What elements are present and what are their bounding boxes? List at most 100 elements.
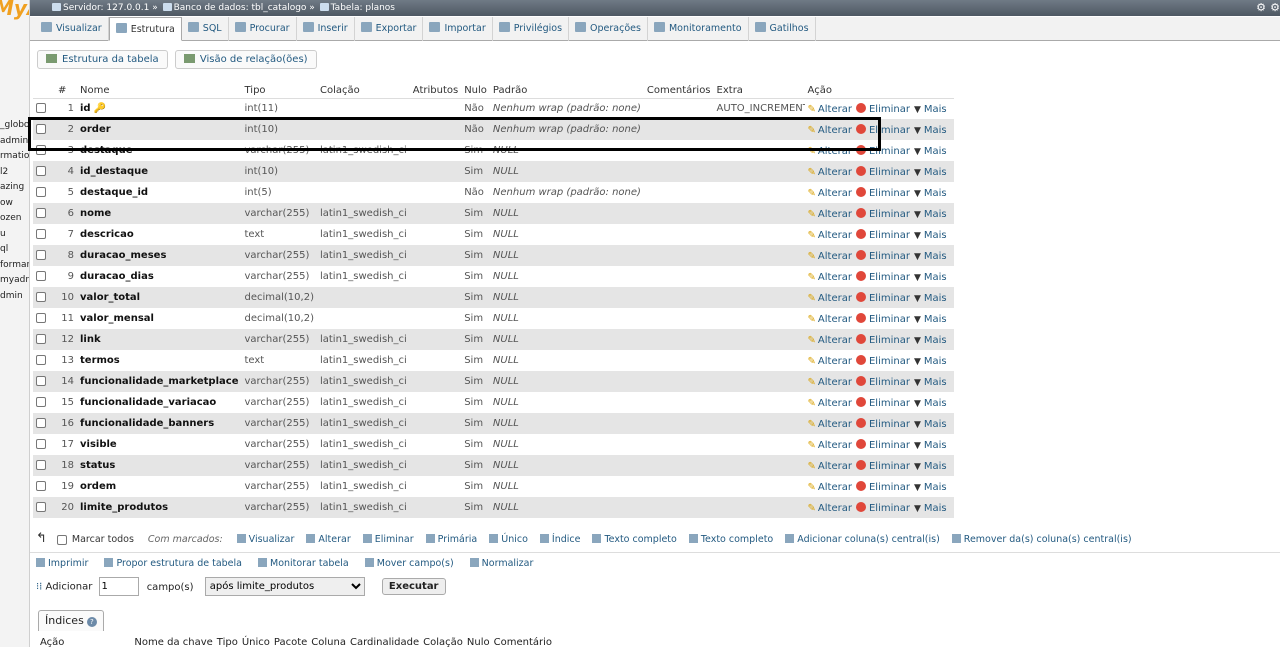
drop-link[interactable]: Eliminar — [855, 165, 910, 178]
subtab-table-structure[interactable]: Estrutura da tabela — [37, 50, 168, 69]
column-header[interactable]: # — [55, 84, 77, 99]
more-dropdown[interactable]: ▼ Mais — [914, 209, 947, 220]
alter-link[interactable]: ✎ Alterar — [808, 209, 852, 220]
more-dropdown[interactable]: ▼ Mais — [914, 104, 947, 115]
drop-link[interactable]: Eliminar — [855, 459, 910, 472]
tab-visualizar[interactable]: Visualizar — [35, 17, 109, 41]
alter-link[interactable]: ✎ Alterar — [808, 503, 852, 514]
bulk-action[interactable]: Alterar — [306, 534, 351, 545]
row-checkbox[interactable] — [36, 355, 46, 365]
position-select[interactable]: após limite_produtos — [204, 577, 365, 596]
more-dropdown[interactable]: ▼ Mais — [914, 398, 947, 409]
drop-link[interactable]: Eliminar — [855, 480, 910, 493]
table-link[interactable]: Propor estrutura de tabela — [104, 558, 242, 569]
more-dropdown[interactable]: ▼ Mais — [914, 377, 947, 388]
column-header[interactable]: Nulo — [461, 84, 490, 99]
more-dropdown[interactable]: ▼ Mais — [914, 335, 947, 346]
drop-link[interactable]: Eliminar — [855, 291, 910, 304]
more-dropdown[interactable]: ▼ Mais — [914, 314, 947, 325]
index-column-header[interactable]: Único — [242, 637, 270, 648]
more-dropdown[interactable]: ▼ Mais — [914, 293, 947, 304]
drop-link[interactable]: Eliminar — [855, 123, 910, 136]
nav-item[interactable]: rmation — [0, 151, 29, 161]
row-checkbox[interactable] — [36, 439, 46, 449]
alter-link[interactable]: ✎ Alterar — [808, 167, 852, 178]
row-checkbox[interactable] — [36, 481, 46, 491]
column-header[interactable]: Nome — [77, 84, 242, 99]
nav-item[interactable]: forman — [0, 260, 29, 270]
index-column-header[interactable]: Nulo — [467, 637, 490, 648]
table-link[interactable]: Monitorar tabela — [258, 558, 349, 569]
nav-item[interactable]: ozen — [0, 213, 21, 223]
table-link[interactable]: Imprimir — [36, 558, 88, 569]
phpmyadmin-logo[interactable]: MyA — [0, 0, 29, 20]
bulk-action[interactable]: Texto completo — [592, 534, 677, 545]
tab-inserir[interactable]: Inserir — [297, 17, 355, 41]
row-checkbox[interactable] — [36, 124, 46, 134]
bulk-action[interactable]: Índice — [539, 534, 580, 545]
tab-privilegios[interactable]: Privilégios — [493, 17, 570, 41]
more-dropdown[interactable]: ▼ Mais — [914, 503, 947, 514]
row-checkbox[interactable] — [36, 292, 46, 302]
tab-sql[interactable]: SQL — [182, 17, 229, 41]
alter-link[interactable]: ✎ Alterar — [808, 125, 852, 136]
drop-link[interactable]: Eliminar — [855, 396, 910, 409]
row-checkbox[interactable] — [36, 166, 46, 176]
drop-link[interactable]: Eliminar — [855, 270, 910, 283]
drop-link[interactable]: Eliminar — [855, 207, 910, 220]
alter-link[interactable]: ✎ Alterar — [808, 356, 852, 367]
more-dropdown[interactable]: ▼ Mais — [914, 167, 947, 178]
gear-icon[interactable]: ⚙ — [1256, 0, 1266, 16]
alter-link[interactable]: ✎ Alterar — [808, 398, 852, 409]
column-header[interactable]: Colação — [316, 84, 410, 99]
more-dropdown[interactable]: ▼ Mais — [914, 188, 947, 199]
column-header[interactable]: Tipo — [241, 84, 317, 99]
alter-link[interactable]: ✎ Alterar — [808, 314, 852, 325]
bulk-action[interactable]: Adicionar coluna(s) central(is) — [785, 534, 940, 545]
alter-link[interactable]: ✎ Alterar — [808, 251, 852, 262]
drop-link[interactable]: Eliminar — [855, 333, 910, 346]
indexes-toggle[interactable]: Índices? — [38, 610, 104, 631]
column-header[interactable]: Atributos — [409, 84, 462, 99]
nav-item[interactable]: l2 — [0, 167, 8, 177]
row-checkbox[interactable] — [36, 397, 46, 407]
column-header[interactable]: Extra — [713, 84, 805, 99]
index-column-header[interactable]: Cardinalidade — [350, 637, 419, 648]
drop-link[interactable]: Eliminar — [855, 417, 910, 430]
nav-item[interactable]: _globo — [0, 120, 29, 130]
column-header[interactable]: Padrão — [489, 84, 644, 99]
drop-link[interactable]: Eliminar — [855, 438, 910, 451]
row-checkbox[interactable] — [36, 313, 46, 323]
bulk-action[interactable]: Visualizar — [236, 534, 294, 545]
index-column-header[interactable]: Colação — [423, 637, 463, 648]
add-count-input[interactable] — [98, 577, 139, 596]
drop-link[interactable]: Eliminar — [855, 249, 910, 262]
alter-link[interactable]: ✎ Alterar — [808, 293, 852, 304]
breadcrumb-table[interactable]: Tabela: planos — [331, 3, 395, 13]
alter-link[interactable]: ✎ Alterar — [808, 440, 852, 451]
row-checkbox[interactable] — [36, 502, 46, 512]
more-dropdown[interactable]: ▼ Mais — [914, 272, 947, 283]
column-header[interactable]: Ação — [804, 84, 954, 99]
row-checkbox[interactable] — [36, 208, 46, 218]
drop-link[interactable]: Eliminar — [855, 312, 910, 325]
nav-item[interactable]: ql — [0, 244, 8, 254]
more-dropdown[interactable]: ▼ Mais — [914, 125, 947, 136]
drop-link[interactable]: Eliminar — [855, 354, 910, 367]
nav-item[interactable]: ow — [0, 198, 13, 208]
column-header[interactable]: Comentários — [643, 84, 714, 99]
more-dropdown[interactable]: ▼ Mais — [914, 440, 947, 451]
bulk-action[interactable]: Texto completo — [688, 534, 773, 545]
alter-link[interactable]: ✎ Alterar — [808, 335, 852, 346]
index-column-header[interactable]: Ação — [40, 637, 64, 648]
tab-procurar[interactable]: Procurar — [229, 17, 297, 41]
nav-item[interactable]: u — [0, 229, 6, 239]
index-column-header[interactable]: Coluna — [311, 637, 346, 648]
more-dropdown[interactable]: ▼ Mais — [914, 251, 947, 262]
alter-link[interactable]: ✎ Alterar — [808, 104, 852, 115]
alter-link[interactable]: ✎ Alterar — [808, 230, 852, 241]
row-checkbox[interactable] — [36, 145, 46, 155]
bulk-action[interactable]: Único — [489, 534, 528, 545]
row-checkbox[interactable] — [36, 229, 46, 239]
drop-link[interactable]: Eliminar — [855, 375, 910, 388]
